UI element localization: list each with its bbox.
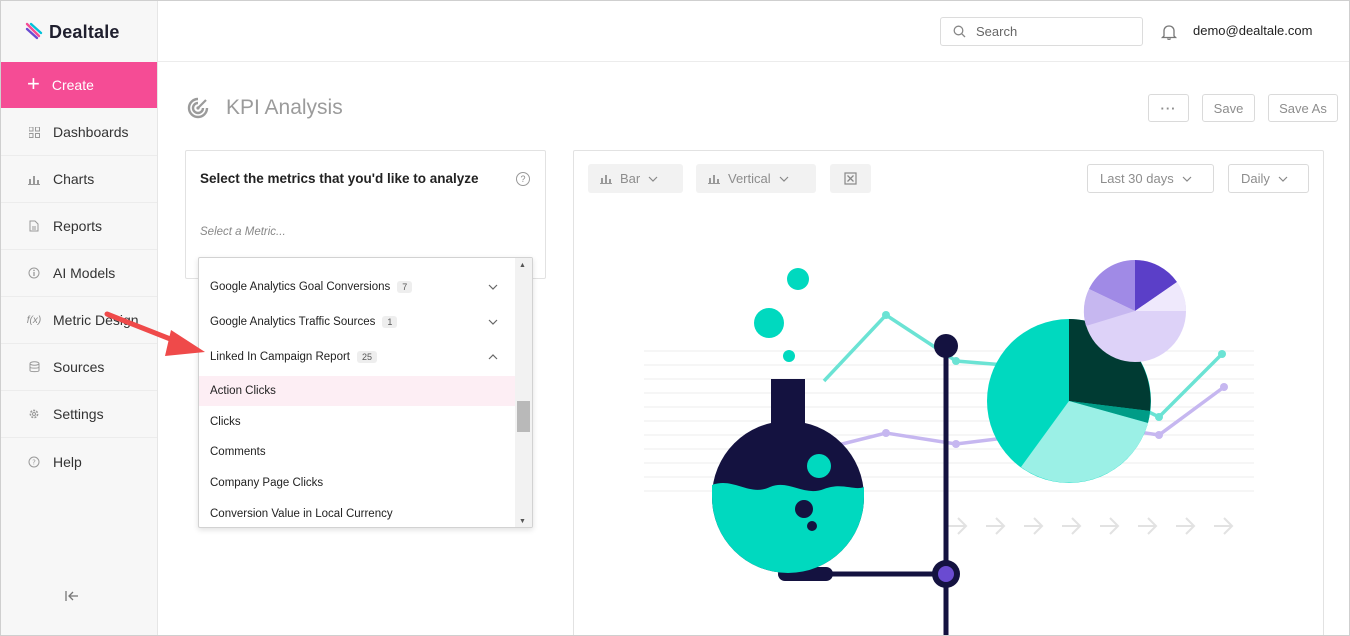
sidebar-item-dashboards[interactable]: Dashboards <box>1 109 157 156</box>
logo[interactable]: Dealtale <box>25 21 120 43</box>
date-range-label: Last 30 days <box>1100 171 1174 186</box>
chevron-down-icon <box>779 176 789 182</box>
grid-icon <box>27 125 41 139</box>
sidebar-nav: Dashboards Charts Reports AI Models f(x)… <box>1 109 157 485</box>
sidebar-item-settings[interactable]: Settings <box>1 391 157 438</box>
search-box[interactable] <box>940 17 1143 46</box>
sidebar-item-label: Help <box>53 453 82 470</box>
sidebar-item-label: AI Models <box>53 265 116 281</box>
help-circle-icon: ? <box>27 455 41 469</box>
bell-icon[interactable] <box>1160 23 1178 41</box>
plus-icon: + <box>27 71 40 96</box>
granularity-label: Daily <box>1241 171 1270 186</box>
function-icon: f(x) <box>26 314 42 326</box>
dropdown-scrollbar[interactable]: ▲ ▼ <box>515 258 532 527</box>
dropdown-item-comments[interactable]: Comments <box>199 437 516 467</box>
user-email[interactable]: demo@dealtale.com <box>1193 23 1312 38</box>
count-badge: 1 <box>382 316 398 328</box>
sidebar-item-reports[interactable]: Reports <box>1 203 157 250</box>
target-icon <box>187 97 209 119</box>
sidebar-item-metric-design[interactable]: f(x) Metric Design <box>1 297 157 344</box>
chevron-down-icon <box>1278 176 1288 182</box>
document-icon <box>27 219 41 233</box>
group-label: Google Analytics Goal Conversions <box>210 281 391 293</box>
sidebar-item-sources[interactable]: Sources <box>1 344 157 391</box>
top-bar: demo@dealtale.com <box>158 1 1349 62</box>
search-input[interactable] <box>976 24 1126 39</box>
search-icon <box>953 25 966 38</box>
sidebar-item-help[interactable]: ? Help <box>1 438 157 485</box>
sidebar-item-label: Metric Design <box>53 312 139 328</box>
app-window: Dealtale + Create Dashboards Charts Repo… <box>0 0 1350 636</box>
chevron-up-icon <box>488 354 498 360</box>
granularity-select[interactable]: Daily <box>1228 164 1309 193</box>
more-options-button[interactable]: ··· <box>1148 94 1189 122</box>
sidebar-item-charts[interactable]: Charts <box>1 156 157 203</box>
logo-text: Dealtale <box>49 21 120 42</box>
bar-chart-icon <box>27 172 41 186</box>
group-label: Google Analytics Traffic Sources <box>210 316 376 328</box>
chevron-down-icon <box>488 319 498 325</box>
database-icon <box>27 360 41 374</box>
save-as-button[interactable]: Save As <box>1268 94 1338 122</box>
excel-icon <box>844 172 857 185</box>
collapse-left-icon[interactable] <box>65 589 79 606</box>
dealtale-logo-icon <box>25 22 43 40</box>
svg-text:?: ? <box>32 458 36 466</box>
page-title: KPI Analysis <box>226 96 343 119</box>
dropdown-group-google-analytics-goal-conversions[interactable]: Google Analytics Goal Conversions 7 <box>199 272 516 302</box>
orientation-select[interactable]: Vertical <box>696 164 816 193</box>
create-label: Create <box>51 77 94 93</box>
group-label: Linked In Campaign Report <box>210 351 350 363</box>
count-badge: 25 <box>357 351 378 363</box>
dropdown-group-google-analytics-traffic-sources[interactable]: Google Analytics Traffic Sources 1 <box>199 307 516 337</box>
chevron-down-icon <box>648 176 658 182</box>
bar-chart-icon <box>708 175 720 184</box>
info-circle-icon <box>27 266 41 280</box>
scroll-up-icon[interactable]: ▲ <box>519 262 526 269</box>
gear-icon <box>27 407 41 421</box>
empty-state-illustration <box>644 259 1254 635</box>
metric-select-input[interactable]: Select a Metric... <box>200 226 286 238</box>
dropdown-group-linkedin-campaign-report[interactable]: Linked In Campaign Report 25 <box>199 342 516 372</box>
chart-type-select[interactable]: Bar <box>588 164 683 193</box>
sidebar-item-ai-models[interactable]: AI Models <box>1 250 157 297</box>
create-button[interactable]: + Create <box>1 62 157 108</box>
scroll-down-icon[interactable]: ▼ <box>519 518 526 525</box>
dropdown-item-conversion-value[interactable]: Conversion Value in Local Currency <box>199 499 516 527</box>
metric-dropdown: Google Analytics Goal Conversions 7 Goog… <box>198 257 533 528</box>
sidebar: Dealtale + Create Dashboards Charts Repo… <box>1 1 158 635</box>
bar-chart-icon <box>600 175 612 184</box>
sidebar-item-label: Charts <box>53 171 95 187</box>
chevron-down-icon <box>488 284 498 290</box>
chevron-down-icon <box>1182 176 1192 182</box>
dropdown-item-company-page-clicks[interactable]: Company Page Clicks <box>199 468 516 498</box>
sidebar-item-label: Reports <box>53 218 103 234</box>
dropdown-item-clicks[interactable]: Clicks <box>199 407 516 437</box>
scrollbar-thumb[interactable] <box>517 401 530 432</box>
help-icon[interactable]: ? <box>516 172 530 186</box>
count-badge: 7 <box>397 281 413 293</box>
date-range-select[interactable]: Last 30 days <box>1087 164 1214 193</box>
sidebar-item-label: Settings <box>53 406 104 422</box>
orientation-label: Vertical <box>728 171 771 186</box>
metrics-heading: Select the metrics that you'd like to an… <box>200 171 479 186</box>
sidebar-item-label: Sources <box>53 359 105 375</box>
sidebar-item-label: Dashboards <box>53 124 129 140</box>
chart-type-label: Bar <box>620 171 641 186</box>
export-excel-button[interactable] <box>830 164 871 193</box>
dropdown-item-action-clicks[interactable]: Action Clicks <box>199 376 516 406</box>
save-button[interactable]: Save <box>1202 94 1255 122</box>
